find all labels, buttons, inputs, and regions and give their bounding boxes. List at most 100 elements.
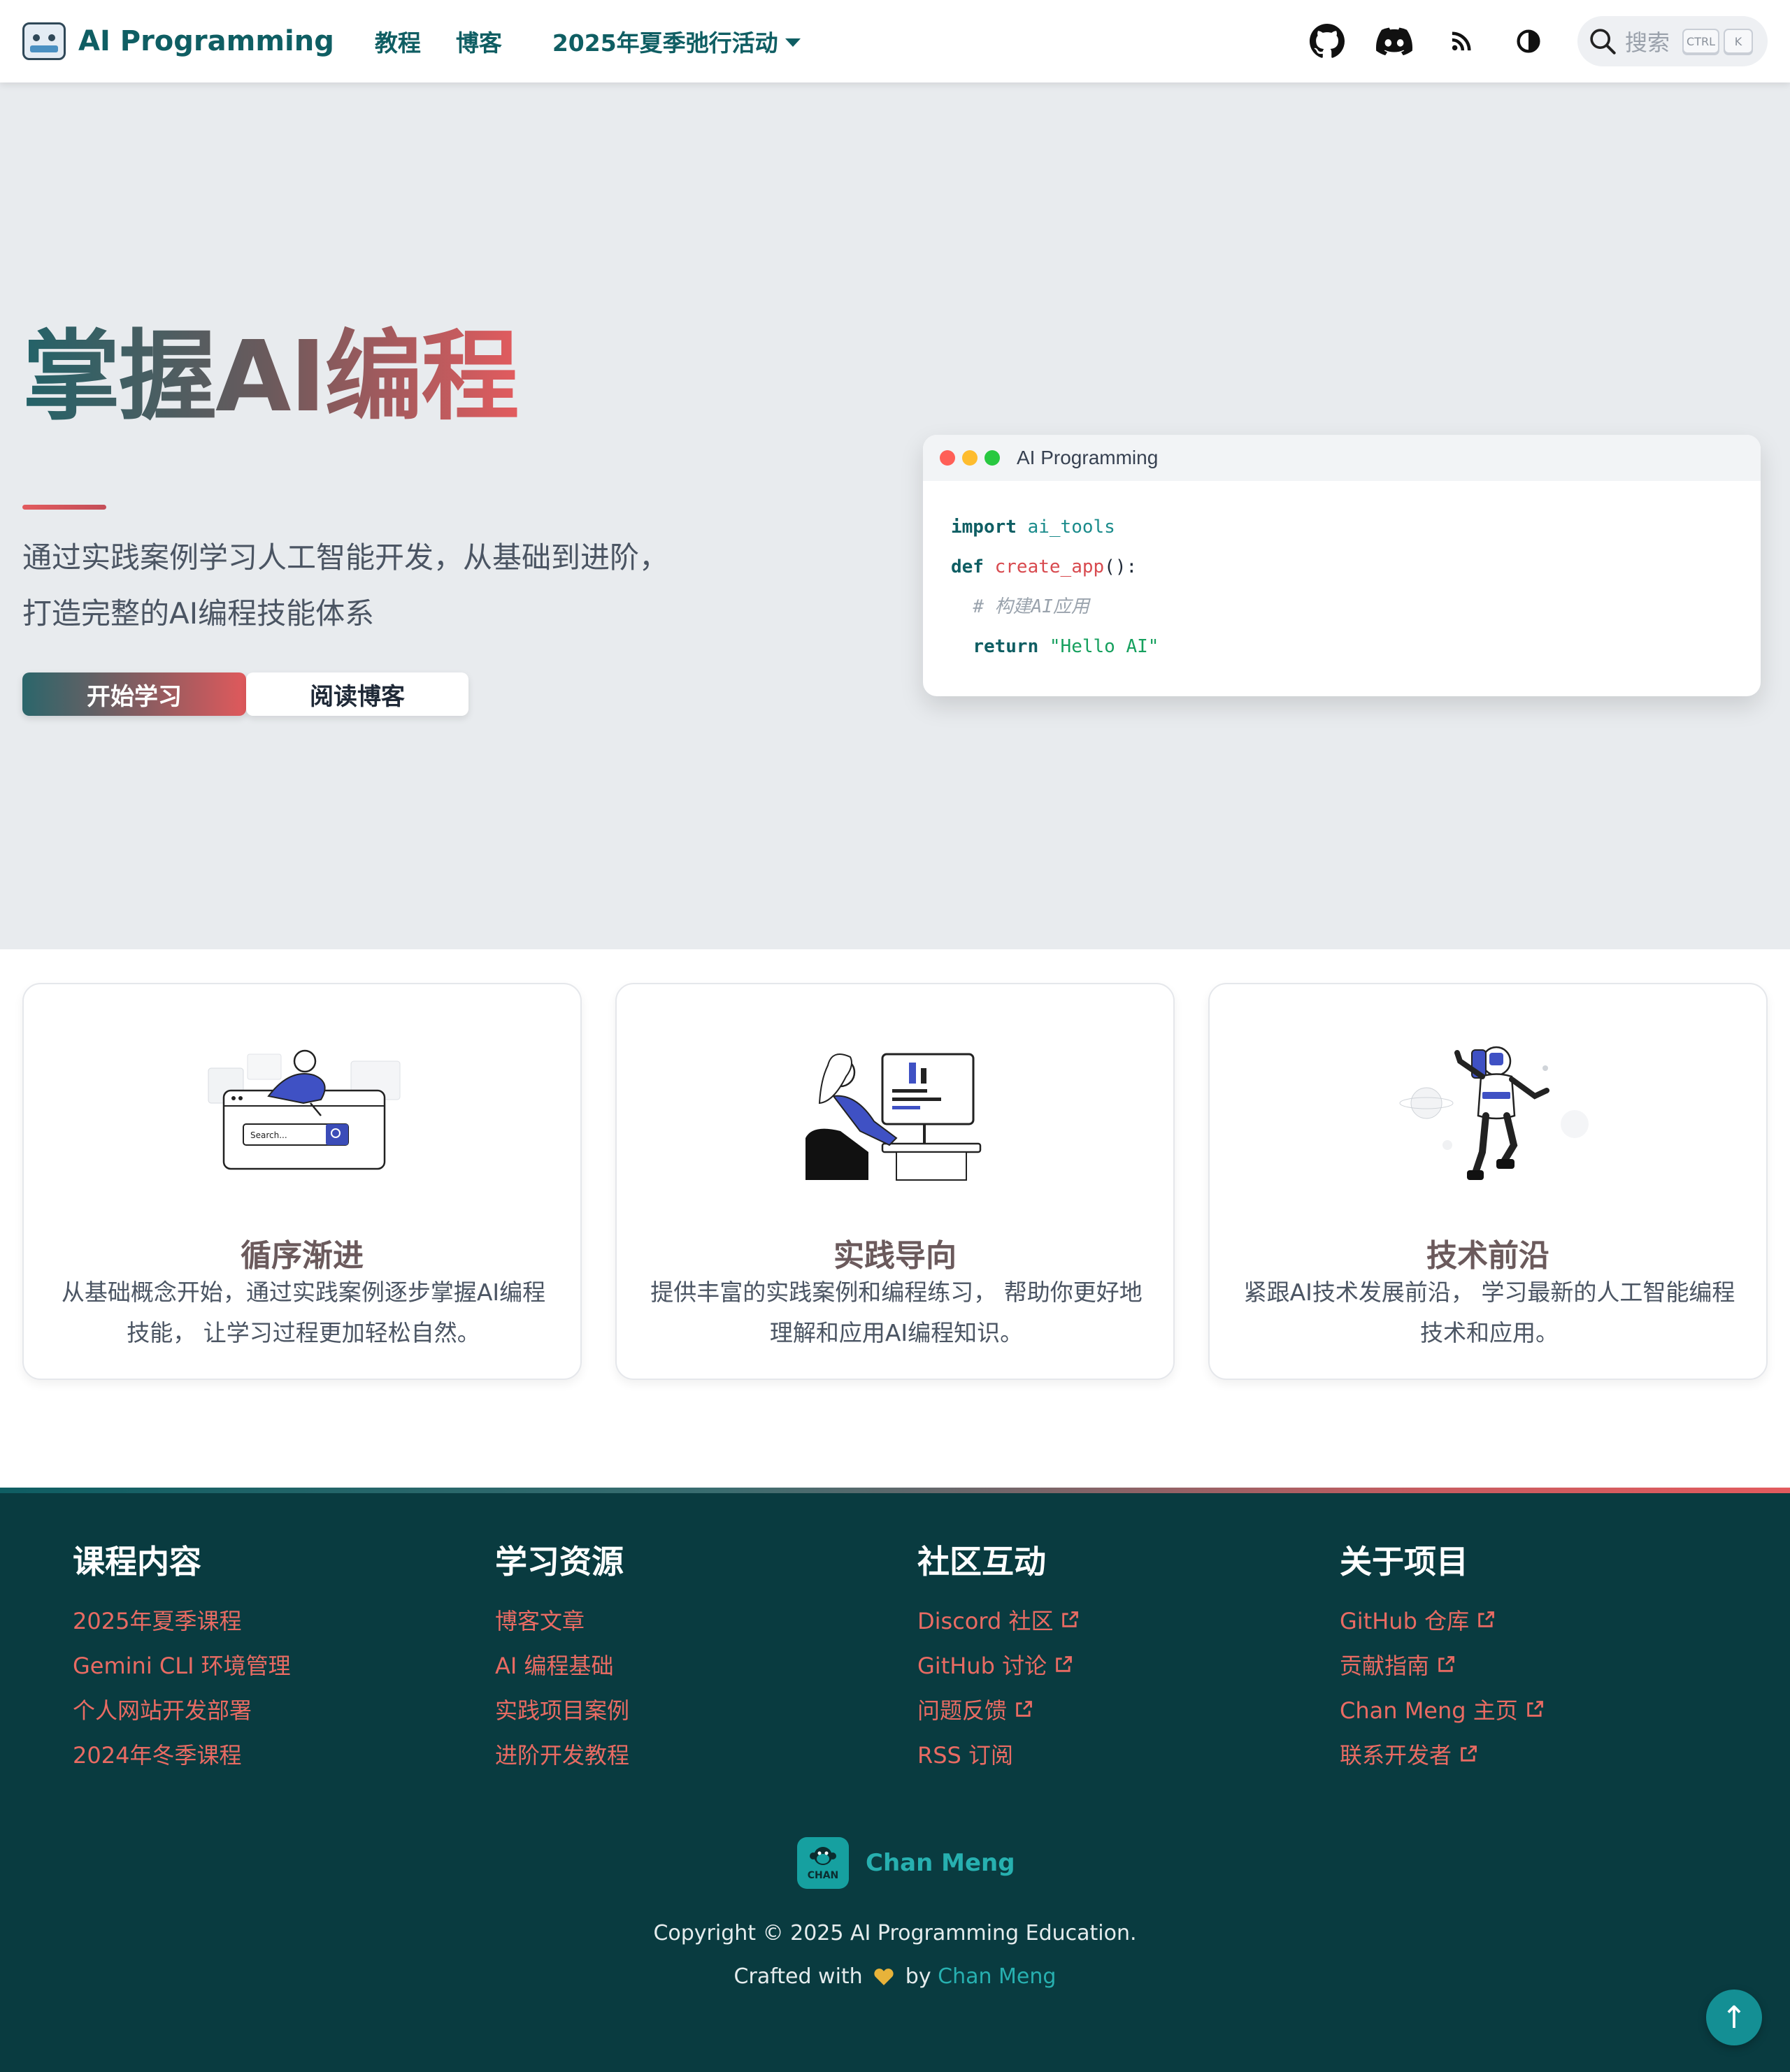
feature-description: 从基础概念开始，通过实践案例逐步掌握AI编程技能， 让学习过程更加轻松自然。 bbox=[61, 1279, 546, 1346]
nav-link-tutorials[interactable]: 教程 bbox=[375, 24, 421, 58]
external-link-icon bbox=[1461, 1746, 1477, 1762]
code-punct: (): bbox=[1104, 556, 1138, 577]
heart-icon bbox=[874, 1969, 894, 1985]
footer-brand-name: Chan Meng bbox=[866, 1849, 1015, 1877]
maximize-dot-icon bbox=[984, 450, 1000, 466]
code-comment: # 构建AI应用 bbox=[973, 596, 1089, 617]
rss-icon[interactable] bbox=[1443, 23, 1480, 59]
footer-link-label: Discord 社区 bbox=[917, 1608, 1054, 1634]
footer-column-courses: 课程内容 2025年夏季课程 Gemini CLI 环境管理 个人网站开发部署 … bbox=[73, 1537, 291, 1785]
chan-logo-text: CHAN bbox=[807, 1870, 839, 1881]
code-string: "Hello AI" bbox=[1049, 636, 1159, 657]
back-to-top-button[interactable]: ↑ bbox=[1706, 1990, 1762, 2045]
footer-link[interactable]: GitHub 仓库 bbox=[1340, 1606, 1545, 1634]
discord-icon[interactable] bbox=[1376, 23, 1412, 59]
footer-brand-link[interactable]: CHAN Chan Meng bbox=[797, 1837, 1015, 1889]
footer-link[interactable]: 个人网站开发部署 bbox=[73, 1696, 291, 1724]
footer-link-label: 个人网站开发部署 bbox=[73, 1697, 252, 1724]
footer-link-label: 2025年夏季课程 bbox=[73, 1608, 242, 1634]
footer-link-label: 2024年冬季课程 bbox=[73, 1742, 242, 1769]
chevron-down-icon bbox=[785, 38, 801, 47]
hero-title: 掌握AI编程 bbox=[22, 319, 519, 436]
footer-link-label: AI 编程基础 bbox=[495, 1653, 614, 1679]
search-shortcut: CTRL K bbox=[1682, 29, 1753, 54]
footer-link[interactable]: 2024年冬季课程 bbox=[73, 1741, 291, 1769]
hero-subtitle-line-2: 打造完整的AI编程技能体系 bbox=[22, 596, 375, 631]
code-snippet: import ai_tools def create_app(): # 构建AI应… bbox=[923, 481, 1761, 693]
code-line: def create_app(): bbox=[951, 547, 1733, 587]
top-navbar: AI Programming 教程 博客 2025年夏季弛行活动 搜索 CTRL… bbox=[0, 0, 1790, 82]
footer-column-title: 课程内容 bbox=[73, 1543, 201, 1581]
footer-link[interactable]: Gemini CLI 环境管理 bbox=[73, 1651, 291, 1679]
footer-link-label: 进阶开发教程 bbox=[495, 1742, 630, 1769]
footer-link[interactable]: 联系开发者 bbox=[1340, 1741, 1545, 1769]
code-window-titlebar: AI Programming bbox=[923, 435, 1761, 481]
theme-toggle-icon[interactable] bbox=[1510, 23, 1547, 59]
footer-link[interactable]: 2025年夏季课程 bbox=[73, 1606, 291, 1634]
feature-title: 实践导向 bbox=[833, 1238, 957, 1274]
nav-dropdown-summer-event[interactable]: 2025年夏季弛行活动 bbox=[552, 24, 801, 58]
code-keyword: return bbox=[973, 636, 1039, 657]
read-blog-button[interactable]: 阅读博客 bbox=[246, 672, 468, 716]
footer-link[interactable]: GitHub 讨论 bbox=[917, 1651, 1080, 1679]
crafted-prefix: Crafted with bbox=[733, 1964, 863, 1989]
author-link[interactable]: Chan Meng bbox=[938, 1964, 1056, 1989]
footer-link[interactable]: AI 编程基础 bbox=[495, 1651, 629, 1679]
footer-link[interactable]: 博客文章 bbox=[495, 1606, 629, 1634]
footer-link-label: 博客文章 bbox=[495, 1608, 585, 1634]
code-window: AI Programming import ai_tools def create… bbox=[923, 435, 1761, 696]
footer-column-about: 关于项目 GitHub 仓库 贡献指南 Chan Meng 主页 联系开发者 bbox=[1340, 1537, 1545, 1785]
feature-title: 技术前沿 bbox=[1426, 1238, 1549, 1274]
footer-link-label: 实践项目案例 bbox=[495, 1697, 630, 1724]
close-dot-icon bbox=[940, 450, 955, 466]
feature-description: 紧跟AI技术发展前沿， 学习最新的人工智能编程技术和应用。 bbox=[1243, 1279, 1735, 1346]
footer-link-label: Gemini CLI 环境管理 bbox=[73, 1653, 291, 1679]
minimize-dot-icon bbox=[962, 450, 978, 466]
footer-column-community: 社区互动 Discord 社区 GitHub 讨论 问题反馈 RSS 订阅 bbox=[917, 1537, 1080, 1785]
footer-link[interactable]: 实践项目案例 bbox=[495, 1696, 630, 1724]
nav-actions: 搜索 CTRL K bbox=[1309, 16, 1768, 66]
main-nav: 教程 博客 2025年夏季弛行活动 bbox=[375, 24, 801, 58]
hero-wave-divider bbox=[0, 882, 1790, 948]
search-placeholder: 搜索 bbox=[1625, 29, 1670, 56]
feature-card-practice: 实践导向 提供丰富的实践案例和编程练习， 帮助你更好地理解和应用AI编程知识。 bbox=[615, 983, 1175, 1380]
code-keyword: def bbox=[951, 556, 984, 577]
external-link-icon bbox=[1062, 1611, 1079, 1627]
hero-subtitle: 通过实践案例学习人工智能开发，从基础到进阶， 打造完整的AI编程技能体系 bbox=[22, 530, 736, 642]
footer-link-label: RSS 订阅 bbox=[917, 1742, 1014, 1769]
footer-link[interactable]: Discord 社区 bbox=[917, 1606, 1080, 1634]
feature-card-frontier: 技术前沿 紧跟AI技术发展前沿， 学习最新的人工智能编程技术和应用。 bbox=[1208, 983, 1768, 1380]
code-line: # 构建AI应用 bbox=[951, 587, 1733, 627]
external-link-icon bbox=[1527, 1701, 1543, 1717]
footer-link[interactable]: 问题反馈 bbox=[917, 1696, 1080, 1724]
footer-link-label: 问题反馈 bbox=[917, 1697, 1008, 1724]
external-link-icon bbox=[1056, 1656, 1072, 1672]
footer-gradient-bar bbox=[0, 1488, 1790, 1493]
footer-link-label: 联系开发者 bbox=[1340, 1742, 1452, 1769]
code-line: return "Hello AI" bbox=[951, 627, 1733, 667]
code-line: import ai_tools bbox=[951, 508, 1733, 547]
search-button[interactable]: 搜索 CTRL K bbox=[1577, 16, 1768, 66]
crafted-by: by bbox=[905, 1964, 931, 1989]
external-link-icon bbox=[1016, 1701, 1032, 1717]
nav-link-blog[interactable]: 博客 bbox=[456, 24, 502, 58]
footer-link[interactable]: Chan Meng 主页 bbox=[1340, 1696, 1545, 1724]
footer-link-label: GitHub 讨论 bbox=[917, 1653, 1047, 1679]
footer-link[interactable]: RSS 订阅 bbox=[917, 1741, 1080, 1769]
crafted-with-text: Crafted with by Chan Meng bbox=[0, 1964, 1790, 1989]
footer-link[interactable]: 贡献指南 bbox=[1340, 1651, 1545, 1679]
footer-link-label: Chan Meng 主页 bbox=[1340, 1697, 1518, 1724]
github-icon[interactable] bbox=[1309, 23, 1345, 59]
brand-logo-icon bbox=[22, 22, 66, 60]
brand-name: AI Programming bbox=[78, 25, 334, 57]
features-section: Search... 循序渐进 从基础概念开始，通过实践案例逐步掌握AI编程技能，… bbox=[22, 983, 1768, 1380]
search-icon bbox=[1590, 29, 1616, 55]
external-link-icon bbox=[1478, 1611, 1494, 1627]
footer-link[interactable]: 进阶开发教程 bbox=[495, 1741, 630, 1769]
start-learning-button[interactable]: 开始学习 bbox=[22, 672, 246, 716]
footer-column-title: 学习资源 bbox=[495, 1543, 624, 1581]
code-keyword: import bbox=[951, 517, 1017, 538]
site-footer: 课程内容 2025年夏季课程 Gemini CLI 环境管理 个人网站开发部署 … bbox=[0, 1488, 1790, 2072]
kbd-ctrl: CTRL bbox=[1682, 29, 1719, 54]
brand-link[interactable]: AI Programming bbox=[22, 22, 334, 60]
